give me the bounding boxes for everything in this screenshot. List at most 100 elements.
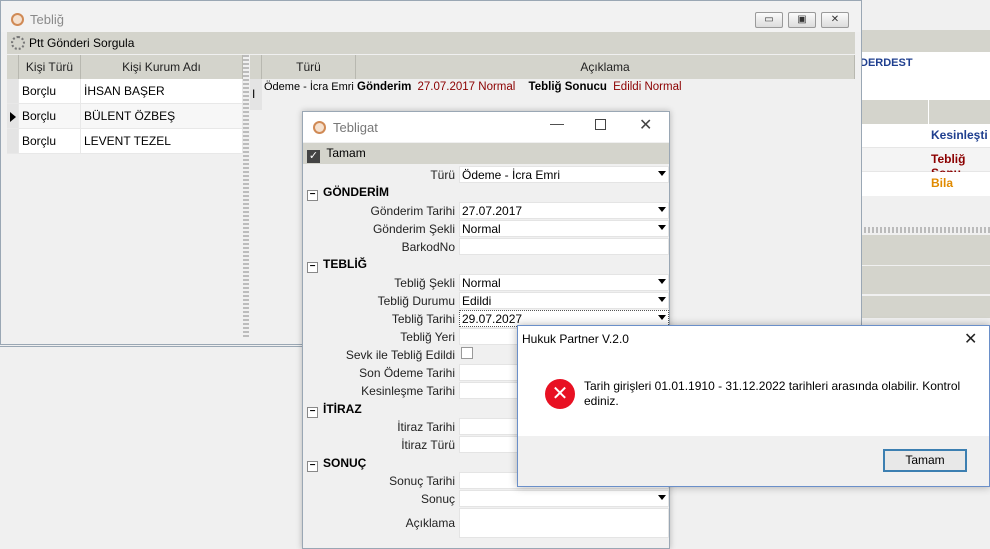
background-panel [856, 266, 990, 294]
minimize-button[interactable]: ▭ [755, 12, 783, 28]
chevron-down-icon [658, 495, 666, 500]
field-label: Tebliğ Durumu [377, 294, 455, 308]
sevk-checkbox[interactable] [461, 347, 473, 359]
table-cell: Borçlu [19, 79, 81, 104]
table-cell: LEVENT TEZEL [81, 129, 243, 154]
table-row-selected[interactable]: Borçlu BÜLENT ÖZBEŞ [7, 104, 243, 129]
gonderim-type: Normal [478, 81, 516, 93]
tamam-toolbar-button[interactable]: ✓ Tamam [307, 146, 366, 163]
field-value: Edildi [462, 294, 492, 308]
section-gonderim[interactable]: − GÖNDERİM [307, 185, 389, 201]
field-label: BarkodNo [401, 240, 455, 254]
background-row[interactable]: Tebliğ Sonu [856, 148, 990, 180]
chevron-down-icon [658, 207, 666, 212]
collapse-icon: − [307, 407, 318, 418]
section-sonuc[interactable]: − SONUÇ [307, 456, 366, 472]
field-label: Gönderim Tarihi [370, 204, 455, 218]
field-label: İtiraz Tarihi [397, 420, 455, 434]
close-icon: ✕ [830, 14, 840, 25]
sonuc-select[interactable] [459, 490, 669, 507]
section-teblig[interactable]: − TEBLİĞ [307, 257, 367, 273]
row-indicator [7, 79, 19, 104]
minimize-icon[interactable]: — [550, 115, 564, 131]
column-header[interactable]: Türü [262, 55, 356, 79]
field-value: Normal [462, 276, 501, 290]
column-header[interactable]: Açıklama [356, 55, 855, 79]
column-header[interactable]: Kişi Kurum Adı [81, 55, 243, 79]
collapse-icon: − [307, 262, 318, 273]
check-icon: ✓ [307, 150, 320, 163]
table-cell: Borçlu [19, 104, 81, 129]
turu-value: Ödeme - İcra Emri [462, 168, 561, 182]
section-title: SONUÇ [323, 456, 367, 470]
message-text: Tarih girişleri 01.01.1910 - 31.12.2022 … [584, 379, 961, 408]
minimize-icon: ▭ [764, 14, 774, 25]
barkod-field[interactable] [459, 238, 669, 255]
maximize-icon[interactable] [595, 119, 606, 130]
table-row[interactable]: Borçlu LEVENT TEZEL [7, 129, 243, 154]
field-label: Gönderim Şekli [372, 222, 455, 236]
chevron-down-icon [658, 171, 666, 176]
turu-select[interactable]: Ödeme - İcra Emri [459, 166, 669, 183]
maximize-button[interactable]: ▣ [788, 12, 816, 28]
column-header[interactable]: Kişi Türü [19, 55, 81, 79]
background-row-text: Bila [931, 176, 954, 190]
close-icon[interactable]: ✕ [964, 329, 977, 349]
ok-button[interactable]: Tamam [883, 449, 967, 472]
chevron-down-icon [658, 279, 666, 284]
dialog-title-bar[interactable]: Tebligat — ✕ [303, 112, 669, 142]
field-value: 29.07.2027 [462, 312, 523, 326]
message-box-title: Hukuk Partner V.2.0 [522, 332, 629, 346]
field-label: İtiraz Türü [401, 438, 455, 452]
background-grid-header [856, 100, 990, 124]
error-message-box: Hukuk Partner V.2.0 ✕ ✕ Tarih girişleri … [517, 325, 990, 487]
teblig-durumu-select[interactable]: Edildi [459, 292, 669, 309]
field-label: Son Ödeme Tarihi [359, 366, 455, 380]
table-cell: Borçlu [19, 129, 81, 154]
teblig-result-label: Tebliğ Sonucu [528, 81, 607, 93]
teblig-sekli-select[interactable]: Normal [459, 274, 669, 291]
background-toolbar [856, 30, 990, 52]
table-row[interactable]: Borçlu İHSAN BAŞER [7, 79, 243, 104]
background-row-text: Kesinleşti [931, 128, 988, 142]
background-splitter[interactable] [856, 227, 990, 233]
app-icon [313, 121, 326, 134]
section-title: İTİRAZ [323, 402, 362, 416]
error-icon: ✕ [545, 379, 575, 409]
gonderim-label: Gönderim [357, 81, 412, 93]
window-title: Tebliğ [30, 12, 64, 27]
section-title: GÖNDERİM [323, 185, 389, 199]
field-label: Açıklama [405, 516, 455, 530]
gonderim-sekli-select[interactable]: Normal [459, 220, 669, 237]
teblig-type: Normal [644, 81, 682, 93]
refresh-icon [11, 36, 25, 50]
dialog-title: Tebligat [333, 120, 378, 135]
row-indicator: I [250, 79, 262, 110]
teblig-status: Edildi [613, 81, 642, 93]
section-itiraz[interactable]: − İTİRAZ [307, 402, 362, 418]
aciklama-textarea[interactable] [459, 508, 669, 538]
grid-splitter[interactable] [243, 55, 249, 339]
close-icon[interactable]: ✕ [639, 115, 652, 135]
row-indicator-header [250, 55, 262, 79]
dialog-toolbar: ✓ Tamam [303, 143, 669, 164]
tamam-label: Tamam [326, 146, 366, 160]
table-row[interactable]: I Ödeme - İcra Emri Gönderim 27.07.2017 … [250, 79, 855, 110]
close-button[interactable]: ✕ [821, 12, 849, 28]
gonderim-tarihi-field[interactable]: 27.07.2017 [459, 202, 669, 219]
title-bar[interactable]: Tebliğ ▭ ▣ ✕ [1, 1, 861, 32]
gonderim-date: 27.07.2017 [417, 81, 476, 93]
background-row[interactable]: Bila [856, 172, 990, 196]
text-cursor-icon: I [252, 87, 256, 101]
section-title: TEBLİĞ [323, 257, 367, 271]
background-panel [856, 296, 990, 318]
row-indicator-header [7, 55, 19, 79]
collapse-icon: − [307, 190, 318, 201]
field-label: Sevk ile Tebliğ Edildi [345, 348, 455, 362]
field-label: Tebliğ Şekli [394, 276, 455, 290]
collapse-icon: − [307, 461, 318, 472]
ptt-query-button[interactable]: Ptt Gönderi Sorgula [7, 32, 855, 54]
row-indicator [7, 104, 19, 129]
background-row[interactable]: Kesinleşti [856, 124, 990, 148]
current-row-arrow-icon [10, 112, 16, 122]
